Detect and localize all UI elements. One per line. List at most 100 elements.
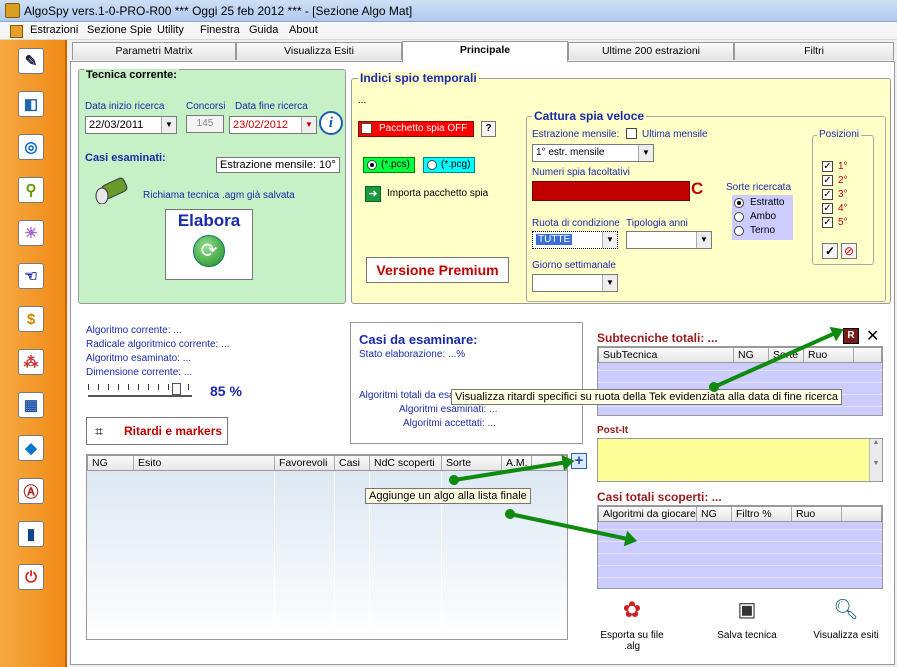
book-icon[interactable]: ▮ <box>18 521 44 547</box>
calendar-icon[interactable]: ▦ <box>18 392 44 418</box>
ambo-radio[interactable] <box>734 212 744 222</box>
import-icon[interactable]: ➜ <box>365 186 381 202</box>
diamond-icon[interactable]: ◆ <box>18 435 44 461</box>
check-all-icon[interactable]: ✓ <box>822 243 838 259</box>
col-casi[interactable]: Casi <box>335 456 370 470</box>
network-icon[interactable]: ⁂ <box>18 349 44 375</box>
pcs-option[interactable]: (*.pcs) <box>363 157 415 173</box>
data-fine-picker[interactable]: 23/02/2012 ▼ <box>229 116 317 134</box>
pcs-radio[interactable] <box>367 160 377 170</box>
salva-tecnica-button[interactable]: ▣ Salva tecnica <box>709 597 785 647</box>
tab-visualizza-esiti[interactable]: Visualizza Esiti <box>236 42 402 60</box>
casi-panel: Casi da esaminare: Stato elaborazione: .… <box>350 322 583 444</box>
clear-numeri-button[interactable]: C <box>691 179 703 199</box>
pcg-option[interactable]: (*.pcg) <box>423 157 475 173</box>
menu-bar: Estrazioni Sezione Spie Utility Finestra… <box>0 22 897 40</box>
menu-guida[interactable]: Guida <box>249 24 278 36</box>
help-button[interactable]: ? <box>481 121 496 137</box>
col-ct-ng[interactable]: NG <box>697 507 732 521</box>
chevron-down-icon[interactable]: ▼ <box>696 232 711 248</box>
casi-totali-grid[interactable]: Algoritmi da giocare NG Filtro % Ruo <box>597 505 883 589</box>
tab-parametri-matrix[interactable]: Parametri Matrix <box>72 42 236 60</box>
col-filtro[interactable]: Filtro % <box>732 507 792 521</box>
dollar-icon[interactable]: $ <box>18 306 44 332</box>
col-esito[interactable]: Esito <box>134 456 275 470</box>
data-inizio-picker[interactable]: 22/03/2011 ▼ <box>85 116 177 134</box>
posizione-2-checkbox[interactable]: ✓ <box>822 175 833 186</box>
concorsi-field[interactable]: 145 <box>186 115 224 133</box>
flashlight-icon[interactable]: ⚲ <box>18 177 44 203</box>
info-icon[interactable]: i <box>319 111 343 135</box>
ritardi-markers-button[interactable]: ⌗ Ritardi e markers <box>86 417 228 445</box>
premium-button[interactable]: Versione Premium <box>366 257 509 283</box>
chevron-down-icon[interactable]: ▼ <box>602 232 617 248</box>
pacchetto-label: Pacchetto spia OFF <box>379 123 468 134</box>
menu-about[interactable]: About <box>289 24 318 36</box>
hand-icon[interactable]: ☜ <box>18 263 44 289</box>
power-icon[interactable]: ⏻ <box>18 564 44 590</box>
col-sub-ruo[interactable]: Ruo <box>804 348 854 362</box>
menu-utility[interactable]: Utility <box>157 24 184 36</box>
col-algoritmi-da-giocare[interactable]: Algoritmi da giocare <box>599 507 697 521</box>
close-icon[interactable]: ✕ <box>866 326 879 346</box>
compass-icon[interactable]: ◎ <box>18 134 44 160</box>
menu-finestra[interactable]: Finestra <box>200 24 240 36</box>
esporta-button[interactable]: ✿ Esporta su file .alg <box>594 597 670 652</box>
pcg-radio[interactable] <box>427 160 437 170</box>
col-subtecnica[interactable]: SubTecnica <box>599 348 734 362</box>
col-sorte[interactable]: Sorte <box>442 456 502 470</box>
menu-estrazioni[interactable]: Estrazioni <box>30 24 78 36</box>
richiama-link[interactable]: Richiama tecnica .agm già salvata <box>143 190 295 201</box>
slider-thumb[interactable] <box>172 383 181 395</box>
estratto-radio[interactable] <box>734 198 744 208</box>
eraser-icon[interactable]: ◧ <box>18 91 44 117</box>
posizione-1-checkbox[interactable]: ✓ <box>822 161 833 172</box>
tab-ultime-200[interactable]: Ultime 200 estrazioni <box>568 42 734 60</box>
visualizza-esiti-button[interactable]: 🔍︎ Visualizza esiti <box>806 597 886 647</box>
chevron-down-icon[interactable]: ▼ <box>602 275 617 291</box>
aggiunge-algo-tooltip: Aggiunge un algo alla lista finale <box>365 488 531 504</box>
postit-textarea[interactable]: ▲ ▼ <box>597 438 883 482</box>
importa-link[interactable]: Importa pacchetto spia <box>387 188 488 199</box>
pencil-icon[interactable]: ✎ <box>18 48 44 74</box>
numeri-spia-input[interactable] <box>532 181 690 201</box>
postit-scrollbar[interactable]: ▲ ▼ <box>869 439 882 481</box>
tab-filtri[interactable]: Filtri <box>734 42 894 60</box>
chevron-down-icon[interactable]: ▼ <box>161 117 176 133</box>
dimensione-slider[interactable] <box>88 381 192 397</box>
posizione-3-checkbox[interactable]: ✓ <box>822 189 833 200</box>
col-ct-ruo[interactable]: Ruo <box>792 507 842 521</box>
ultima-mensile-checkbox[interactable] <box>626 128 637 139</box>
col-ng[interactable]: NG <box>88 456 134 470</box>
clear-all-icon[interactable]: ⊘ <box>841 243 857 259</box>
chevron-down-icon[interactable]: ▼ <box>301 117 316 133</box>
subtecniche-grid[interactable]: SubTecnica NG Sorte Ruo <box>597 346 883 416</box>
tab-principale[interactable]: Principale <box>402 41 568 62</box>
concorsi-label: Concorsi <box>186 101 226 112</box>
mdi-child-icon[interactable] <box>10 25 23 38</box>
posizioni-panel: Posizioni ✓ 1° ✓ 2° ✓ 3° ✓ 4° ✓ 5° ✓ ⊘ <box>812 129 874 265</box>
pacchetto-checkbox[interactable] <box>361 123 372 134</box>
letter-a-icon[interactable]: Ⓐ <box>18 478 44 504</box>
col-ndc-scoperti[interactable]: NdC scoperti <box>370 456 442 470</box>
left-toolbar: ✎ ◧ ◎ ⚲ ☀ ☜ $ ⁂ ▦ ◆ Ⓐ ▮ ⏻ <box>0 40 67 667</box>
ruota-select[interactable]: TUTTE ▼ <box>532 231 618 249</box>
menu-sezione-spie[interactable]: Sezione Spie <box>87 24 152 36</box>
terno-radio[interactable] <box>734 226 744 236</box>
bulb-icon[interactable]: ☀ <box>18 220 44 246</box>
tipologia-select[interactable]: ▼ <box>626 231 712 249</box>
data-fine-value: 23/02/2012 <box>233 119 289 131</box>
estrazione-select[interactable]: 1° estr. mensile ▼ <box>532 144 654 162</box>
elabora-button[interactable]: Elabora ⟳ <box>165 209 253 280</box>
posizione-4-checkbox[interactable]: ✓ <box>822 203 833 214</box>
esiti-grid[interactable]: NG Esito Favorevoli Casi NdC scoperti So… <box>86 454 568 640</box>
col-favorevoli[interactable]: Favorevoli <box>275 456 335 470</box>
flashlight-icon[interactable] <box>93 176 133 205</box>
giorno-select[interactable]: ▼ <box>532 274 618 292</box>
col-sub-ng[interactable]: NG <box>734 348 769 362</box>
ritardi-label: Ritardi e markers <box>124 424 223 438</box>
posizione-5-checkbox[interactable]: ✓ <box>822 217 833 228</box>
chevron-down-icon[interactable]: ▼ <box>638 145 653 161</box>
pacchetto-toggle[interactable]: Pacchetto spia OFF <box>358 121 474 137</box>
data-inizio-label: Data inizio ricerca <box>85 101 165 112</box>
